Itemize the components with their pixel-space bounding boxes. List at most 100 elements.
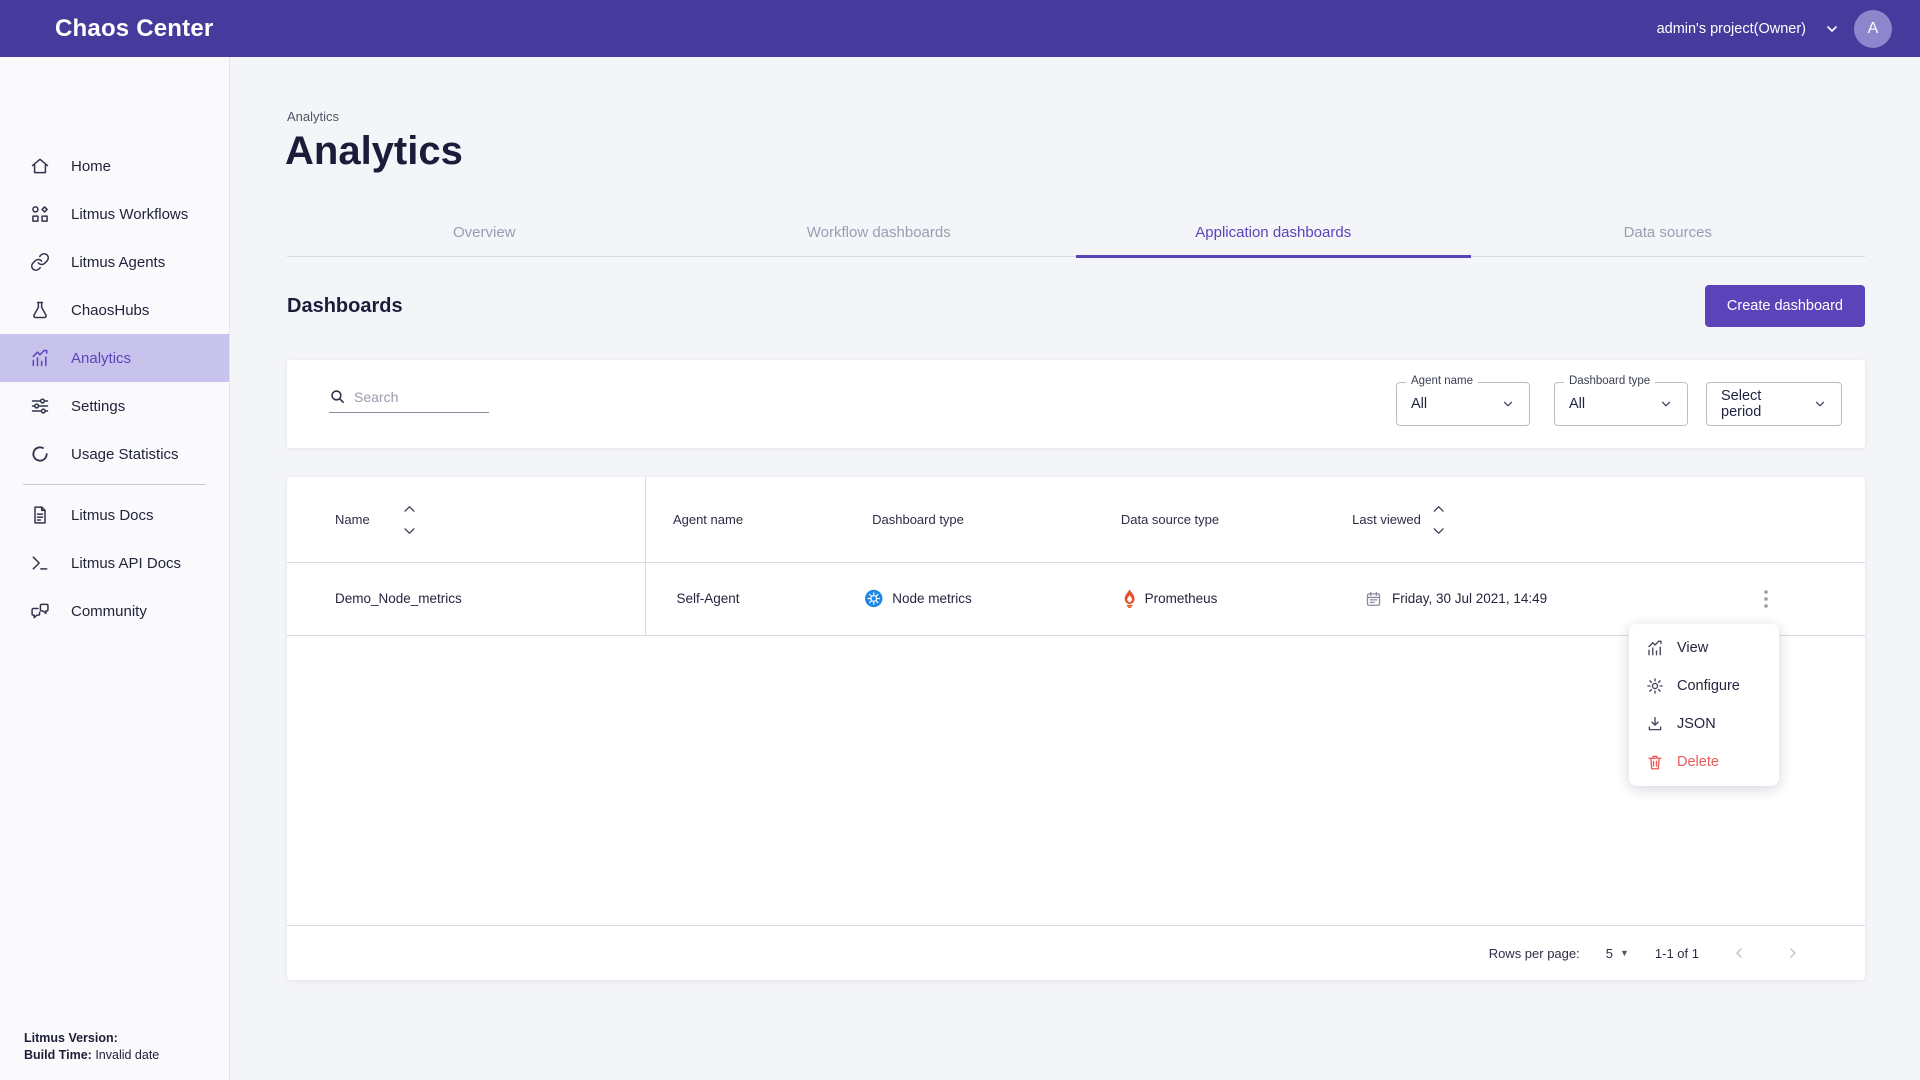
page-title: Analytics xyxy=(285,129,463,174)
agent-name-select-value: All xyxy=(1411,396,1427,412)
chevron-down-icon xyxy=(1659,397,1673,411)
view-chart-icon xyxy=(1646,639,1664,657)
rows-per-page-select[interactable]: 5 ▼ xyxy=(1606,946,1629,961)
menu-item-label: JSON xyxy=(1677,716,1716,732)
chaos-center-app: Chaos Center admin's project(Owner) A Ho… xyxy=(0,0,1920,1080)
sidebar-item-label: Litmus Workflows xyxy=(71,206,188,223)
sidebar-item-settings[interactable]: Settings xyxy=(0,382,229,430)
search-input[interactable] xyxy=(354,389,474,405)
dashboard-name-cell: Demo_Node_metrics xyxy=(335,562,462,635)
terminal-icon xyxy=(30,553,50,573)
sidebar-item-label: Home xyxy=(71,158,111,175)
sidebar-item-analytics[interactable]: Analytics xyxy=(0,334,229,382)
agent-name-select[interactable]: Agent name All xyxy=(1396,382,1530,426)
dashboard-type-select[interactable]: Dashboard type All xyxy=(1554,382,1688,426)
next-page-chevron-icon[interactable] xyxy=(1779,945,1807,961)
filter-bar: Agent name All Dashboard type All Select… xyxy=(287,360,1865,448)
create-dashboard-button[interactable]: Create dashboard xyxy=(1705,285,1865,327)
pagination-bar: Rows per page: 5 ▼ 1-1 of 1 xyxy=(287,925,1865,980)
agents-link-icon xyxy=(30,252,50,272)
trash-icon xyxy=(1646,753,1664,771)
sidebar-item-label: Litmus Docs xyxy=(71,507,154,524)
table-header-row: Name Agent name Dashboard type Data sour… xyxy=(287,477,1865,562)
build-time-label: Build Time: xyxy=(24,1048,92,1062)
select-period-value: Select period xyxy=(1721,388,1805,420)
sidebar-item-usage-statistics[interactable]: Usage Statistics xyxy=(0,430,229,478)
dashboard-type-select-value: All xyxy=(1569,396,1585,412)
tab-data-sources[interactable]: Data sources xyxy=(1471,209,1866,256)
sidebar-item-label: Litmus Agents xyxy=(71,254,165,271)
menu-item-label: Configure xyxy=(1677,678,1740,694)
sidebar-item-community[interactable]: Community xyxy=(0,587,229,635)
sidebar-item-label: Litmus API Docs xyxy=(71,555,181,572)
flask-icon xyxy=(30,300,50,320)
project-selector[interactable]: admin's project(Owner) xyxy=(1657,21,1806,37)
rows-per-page-value: 5 xyxy=(1606,946,1613,961)
name-sort-controls xyxy=(404,505,415,535)
sidebar-item-home[interactable]: Home xyxy=(0,142,229,190)
menu-item-label: Delete xyxy=(1677,754,1719,770)
tab-workflow-dashboards[interactable]: Workflow dashboards xyxy=(682,209,1077,256)
avatar[interactable]: A xyxy=(1854,10,1892,48)
menu-item-configure[interactable]: Configure xyxy=(1629,667,1779,705)
row-options-kebab-icon[interactable] xyxy=(1749,582,1783,616)
tab-overview[interactable]: Overview xyxy=(287,209,682,256)
workflows-icon xyxy=(30,204,50,224)
home-icon xyxy=(30,156,50,176)
sidebar-item-label: ChaosHubs xyxy=(71,302,149,319)
last-viewed-cell: Friday, 30 Jul 2021, 14:49 xyxy=(1365,562,1547,635)
previous-page-chevron-icon[interactable] xyxy=(1725,945,1753,961)
select-period[interactable]: Select period xyxy=(1706,382,1842,426)
tab-bar: Overview Workflow dashboards Application… xyxy=(287,209,1865,257)
dashboard-type-select-label: Dashboard type xyxy=(1564,375,1655,387)
search-field xyxy=(329,388,489,413)
sidebar-item-litmus-workflows[interactable]: Litmus Workflows xyxy=(0,190,229,238)
sidebar-item-label: Analytics xyxy=(71,350,131,367)
sidebar-item-label: Settings xyxy=(71,398,125,415)
sort-ascending-icon[interactable] xyxy=(1433,505,1444,512)
row-context-menu: View Configure JSON Delete xyxy=(1629,624,1779,786)
chevron-down-icon xyxy=(1813,397,1827,411)
menu-item-delete[interactable]: Delete xyxy=(1629,743,1779,781)
sidebar-item-chaoshubs[interactable]: ChaosHubs xyxy=(0,286,229,334)
document-icon xyxy=(30,505,50,525)
sidebar-item-label: Usage Statistics xyxy=(71,446,179,463)
section-title: Dashboards xyxy=(287,295,403,318)
sidebar-item-litmus-docs[interactable]: Litmus Docs xyxy=(0,491,229,539)
agent-name-cell: Self-Agent xyxy=(676,562,739,635)
sidebar-item-litmus-agents[interactable]: Litmus Agents xyxy=(0,238,229,286)
top-bar-right: admin's project(Owner) A xyxy=(1657,10,1892,48)
column-header-name: Name xyxy=(335,477,415,562)
main-content: Analytics Analytics Overview Workflow da… xyxy=(231,57,1920,1080)
version-info: Litmus Version: Build Time: Invalid date xyxy=(24,1030,159,1064)
tab-application-dashboards[interactable]: Application dashboards xyxy=(1076,209,1471,256)
table-row[interactable]: Demo_Node_metrics Self-Agent Node metric… xyxy=(287,562,1865,635)
top-bar: Chaos Center admin's project(Owner) A xyxy=(0,0,1920,57)
menu-item-view[interactable]: View xyxy=(1629,629,1779,667)
sort-ascending-icon[interactable] xyxy=(404,505,415,512)
app-title: Chaos Center xyxy=(55,15,213,43)
litmus-version-label: Litmus Version: xyxy=(24,1031,118,1045)
download-icon xyxy=(1646,715,1664,733)
menu-item-json[interactable]: JSON xyxy=(1629,705,1779,743)
analytics-chart-icon xyxy=(30,348,50,368)
section-header: Dashboards Create dashboard xyxy=(287,285,1865,327)
sort-descending-icon[interactable] xyxy=(404,528,415,535)
sliders-icon xyxy=(30,396,50,416)
column-header-data-source-type: Data source type xyxy=(1121,477,1219,562)
sidebar-item-label: Community xyxy=(71,603,147,620)
sidebar-divider xyxy=(23,484,206,485)
dashboard-type-cell: Node metrics xyxy=(864,562,972,635)
sidebar-item-litmus-api-docs[interactable]: Litmus API Docs xyxy=(0,539,229,587)
usage-circle-icon xyxy=(30,444,50,464)
project-chevron-down-icon[interactable] xyxy=(1824,21,1840,37)
last-viewed-sort-controls xyxy=(1433,505,1444,535)
caret-down-icon: ▼ xyxy=(1620,948,1629,958)
column-header-last-viewed: Last viewed xyxy=(1352,477,1444,562)
prometheus-icon xyxy=(1123,589,1137,608)
calendar-icon xyxy=(1365,590,1382,607)
sort-descending-icon[interactable] xyxy=(1433,528,1444,535)
agent-name-select-label: Agent name xyxy=(1406,375,1478,387)
build-time-value: Invalid date xyxy=(95,1048,159,1062)
sidebar: Home Litmus Workflows Litmus Agents Chao… xyxy=(0,57,230,1080)
